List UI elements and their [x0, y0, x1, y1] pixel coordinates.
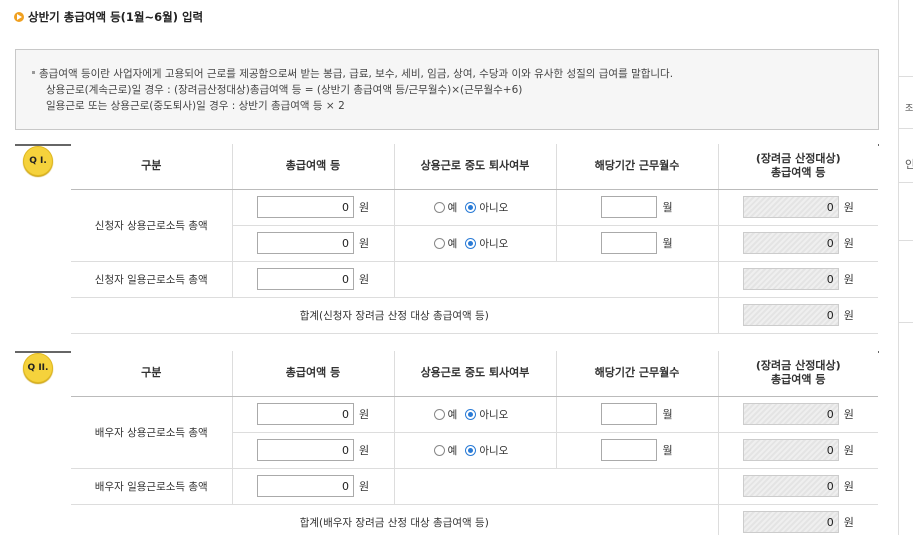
bullet-icon	[32, 71, 35, 74]
page-title-text: 상반기 총급여액 등(1월~6월) 입력	[28, 10, 204, 24]
row-label-daily: 신청자 일용근로소득 총액	[71, 261, 232, 298]
col-header-total-pay: 총급여액 등	[231, 351, 394, 397]
col-header-calc: (장려금 산정대상) 총급여액 등	[717, 351, 878, 397]
col-header-resign: 상용근로 중도 퇴사여부	[393, 351, 556, 397]
regular-amount-input-1[interactable]	[256, 196, 354, 218]
resign-radio-group-2: 예 아니오	[395, 443, 556, 458]
daily-amount-input[interactable]	[256, 475, 354, 497]
resign-radio-group-2: 예 아니오	[395, 236, 556, 251]
applicant-income-table: 구분 총급여액 등 상용근로 중도 퇴사여부 해당기간 근무월수 (장려금 산정…	[71, 144, 878, 334]
resign-radio-group-1: 예 아니오	[395, 407, 556, 422]
spouse-income-table: 구분 총급여액 등 상용근로 중도 퇴사여부 해당기간 근무월수 (장려금 산정…	[71, 351, 878, 535]
regular-amount-input-2[interactable]	[256, 232, 354, 254]
regular-amount-input-1[interactable]	[256, 403, 354, 425]
side-text-fragment-2: 인	[905, 158, 913, 171]
radio-no[interactable]	[465, 201, 477, 213]
resign-radio-group-1: 예 아니오	[395, 200, 556, 215]
info-line-daily-formula: 일용근로 또는 상용근로(중도퇴사)일 경우 : 상반기 총급여액 등 × 2	[46, 100, 345, 112]
col-header-months: 해당기간 근무월수	[555, 351, 718, 397]
radio-no[interactable]	[465, 408, 477, 420]
col-header-calc: (장려금 산정대상) 총급여액 등	[717, 144, 878, 190]
col-header-resign: 상용근로 중도 퇴사여부	[393, 144, 556, 190]
sum-label: 합계(배우자 장려금 산정 대상 총급여액 등)	[71, 504, 718, 535]
radio-no[interactable]	[465, 237, 477, 249]
info-line-regular-formula: 상용근로(계속근로)일 경우 : (장려금산정대상)총급여액 등 = (상반기 …	[46, 84, 523, 96]
col-header-total-pay: 총급여액 등	[231, 144, 394, 190]
section-applicant: 구분 총급여액 등 상용근로 중도 퇴사여부 해당기간 근무월수 (장려금 산정…	[15, 144, 879, 334]
calc-amount-daily	[742, 268, 839, 290]
row-label-daily: 배우자 일용근로소득 총액	[71, 468, 232, 505]
row-label-regular: 신청자 상용근로소득 총액	[71, 189, 232, 262]
radio-yes[interactable]	[433, 408, 445, 420]
months-input-2[interactable]	[601, 439, 658, 461]
col-header-months: 해당기간 근무월수	[555, 144, 718, 190]
months-input-1[interactable]	[601, 196, 658, 218]
info-line-definition: 총급여액 등이란 사업자에게 고용되어 근로를 제공함으로써 받는 봉급, 급료…	[32, 66, 878, 82]
daily-amount-input[interactable]	[256, 268, 354, 290]
section-spouse: 구분 총급여액 등 상용근로 중도 퇴사여부 해당기간 근무월수 (장려금 산정…	[15, 351, 879, 535]
sum-label: 합계(신청자 장려금 산정 대상 총급여액 등)	[71, 297, 718, 334]
arrow-bullet-icon	[14, 12, 24, 22]
calc-amount-daily	[742, 475, 839, 497]
radio-yes[interactable]	[433, 237, 445, 249]
sum-amount	[742, 304, 839, 326]
side-text-fragment-1: 조	[905, 104, 913, 114]
side-panel-fragment: 조 인	[898, 0, 913, 535]
months-input-2[interactable]	[601, 232, 658, 254]
info-box: 총급여액 등이란 사업자에게 고용되어 근로를 제공함으로써 받는 봉급, 급료…	[15, 49, 879, 130]
row-label-regular: 배우자 상용근로소득 총액	[71, 396, 232, 469]
page-title: 상반기 총급여액 등(1월~6월) 입력	[14, 9, 203, 25]
regular-amount-input-2[interactable]	[256, 439, 354, 461]
months-input-1[interactable]	[601, 403, 658, 425]
radio-no[interactable]	[465, 444, 477, 456]
radio-yes[interactable]	[433, 201, 445, 213]
radio-yes[interactable]	[433, 444, 445, 456]
col-header-category: 구분	[71, 351, 232, 397]
calc-amount-2	[742, 439, 839, 461]
calc-amount-1	[742, 403, 839, 425]
calc-amount-1	[742, 196, 839, 218]
sum-amount	[742, 511, 839, 533]
calc-amount-2	[742, 232, 839, 254]
col-header-category: 구분	[71, 144, 232, 190]
